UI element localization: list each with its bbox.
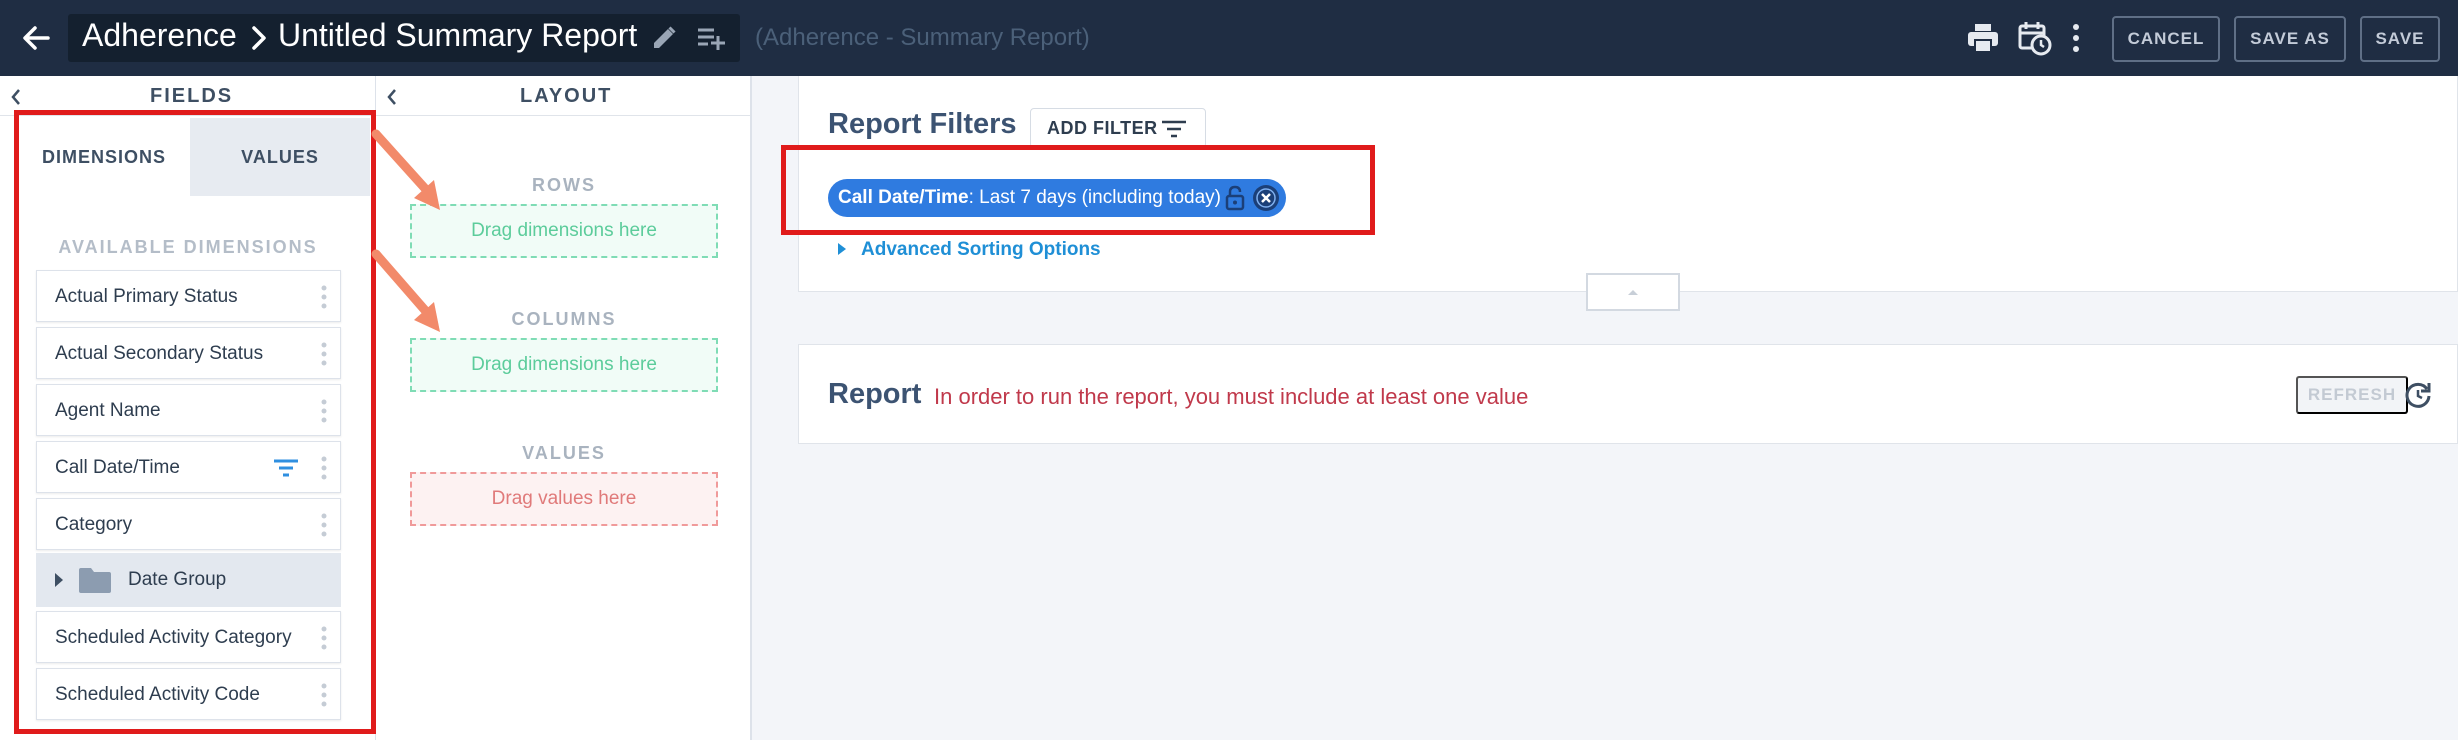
advanced-sorting-link[interactable]: Advanced Sorting Options xyxy=(861,239,1101,261)
annotation-arrows xyxy=(371,129,440,332)
schedule-icon[interactable] xyxy=(2018,20,2052,56)
breadcrumb-root[interactable]: Adherence xyxy=(82,17,237,54)
add-filter-label: ADD FILTER xyxy=(1047,117,1158,138)
chevron-right-icon xyxy=(252,26,266,50)
save-as-button[interactable]: SAVE AS xyxy=(2234,16,2346,62)
report-name[interactable]: Untitled Summary Report xyxy=(278,17,637,54)
collapse-filters-tab[interactable] xyxy=(1586,273,1680,311)
report-error-message: In order to run the report, you must inc… xyxy=(934,384,1529,409)
pencil-icon[interactable] xyxy=(650,24,678,52)
back-arrow-icon[interactable] xyxy=(18,20,54,56)
chevron-left-icon[interactable] xyxy=(8,87,24,107)
panel-divider xyxy=(376,115,750,116)
values-title: VALUES xyxy=(522,443,606,463)
report-type-subtitle: (Adherence - Summary Report) xyxy=(755,24,1090,51)
filter-lines-icon xyxy=(1162,120,1186,138)
print-icon[interactable] xyxy=(1966,22,2000,54)
layout-panel-title: LAYOUT xyxy=(520,85,613,107)
annotation-box-fields xyxy=(14,110,376,734)
values-dropzone[interactable]: Drag values here xyxy=(410,472,718,526)
kebab-menu-icon[interactable] xyxy=(2066,22,2086,54)
add-filter-button[interactable]: ADD FILTER xyxy=(1030,108,1206,148)
playlist-add-icon[interactable] xyxy=(696,24,726,52)
refresh-button[interactable]: REFRESH xyxy=(2296,376,2408,414)
chevron-up-icon xyxy=(1628,290,1638,295)
cancel-button[interactable]: CANCEL xyxy=(2112,16,2220,62)
fields-panel-title: FIELDS xyxy=(150,85,234,107)
report-filters-title: Report Filters xyxy=(828,108,1017,140)
refresh-icon[interactable] xyxy=(2403,380,2433,410)
annotation-box-filter xyxy=(781,145,1375,235)
chevron-left-icon[interactable] xyxy=(384,87,400,107)
caret-right-icon[interactable] xyxy=(838,243,846,255)
report-title: Report xyxy=(828,378,922,410)
save-button[interactable]: SAVE xyxy=(2360,16,2440,62)
